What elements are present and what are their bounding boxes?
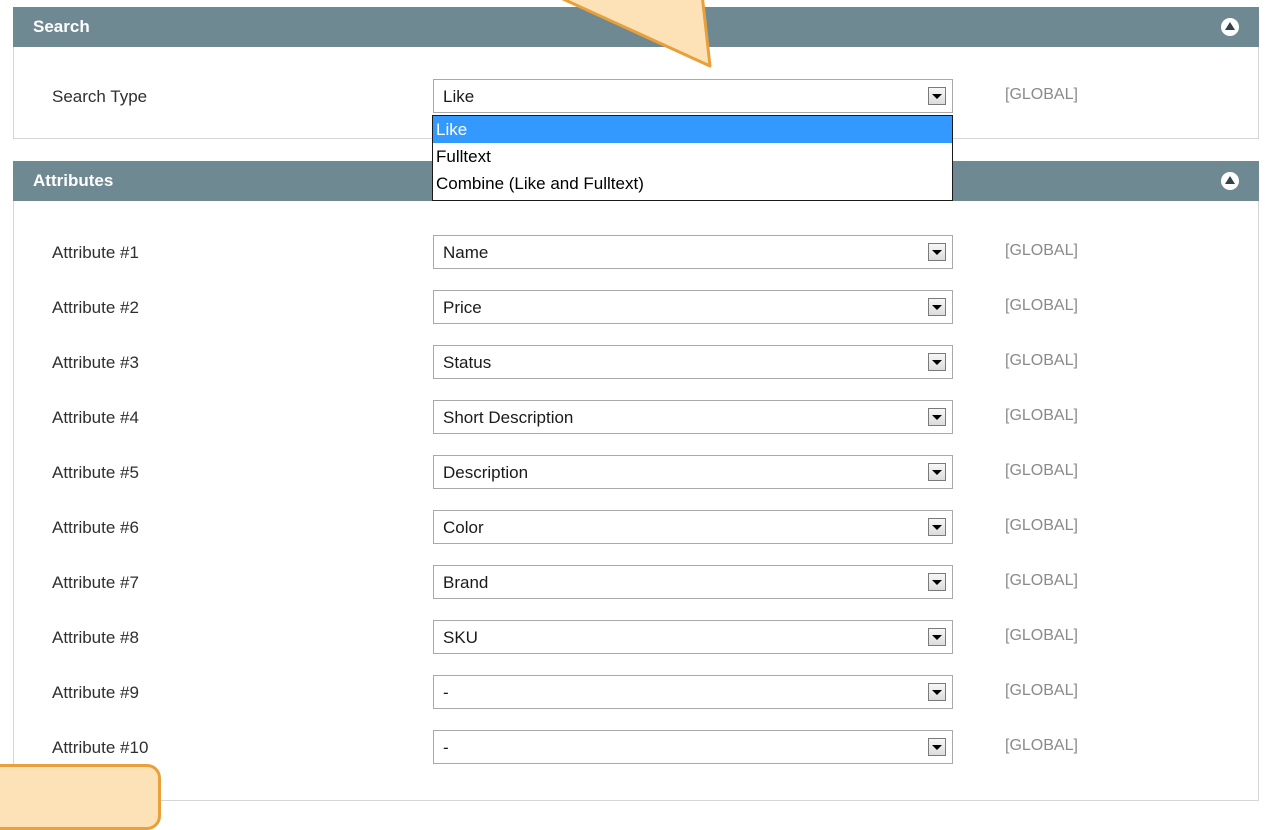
dropdown-option-like[interactable]: Like [433, 116, 952, 143]
scope-label: [GLOBAL] [1005, 86, 1078, 103]
attribute-value: Description [443, 463, 529, 482]
search-type-select[interactable]: Like [433, 79, 953, 113]
attribute-select[interactable]: - [433, 675, 953, 709]
scope-label: [GLOBAL] [1005, 682, 1078, 699]
search-section-title: Search [33, 17, 90, 36]
attribute-label: Attribute #6 [52, 518, 139, 537]
search-type-label: Search Type [52, 87, 148, 106]
scope-label: [GLOBAL] [1005, 352, 1078, 369]
attribute-label: Attribute #3 [52, 353, 139, 372]
dropdown-arrow-icon[interactable] [928, 738, 946, 756]
callout-box [0, 764, 161, 830]
attributes-section-title: Attributes [33, 171, 114, 190]
attribute-select[interactable]: Color [433, 510, 953, 544]
attribute-label: Attribute #7 [52, 573, 139, 592]
scope-label: [GLOBAL] [1005, 297, 1078, 314]
scope-label: [GLOBAL] [1005, 242, 1078, 259]
search-type-row: Search Type Like [GLOBAL] [14, 79, 1258, 115]
scope-label: [GLOBAL] [1005, 517, 1078, 534]
attribute-row: Attribute #9 - [GLOBAL] [14, 675, 1258, 711]
attribute-label: Attribute #5 [52, 463, 139, 482]
attribute-label: Attribute #8 [52, 628, 139, 647]
attribute-label: Attribute #2 [52, 298, 139, 317]
dropdown-arrow-icon[interactable] [928, 353, 946, 371]
scope-label: [GLOBAL] [1005, 572, 1078, 589]
callout-arrow [561, 0, 712, 68]
attribute-label: Attribute #4 [52, 408, 139, 427]
collapse-up-icon[interactable] [1221, 172, 1239, 190]
attributes-fieldset: Attribute #1 Name [GLOBAL] Attribute #2 Pric… [13, 201, 1259, 801]
attribute-label: Attribute #10 [52, 738, 149, 757]
attribute-label: Attribute #9 [52, 683, 139, 702]
attribute-select[interactable]: Brand [433, 565, 953, 599]
search-type-dropdown-list[interactable]: Like Fulltext Combine (Like and Fulltext… [432, 115, 953, 201]
search-type-value: Like [443, 87, 475, 106]
attribute-row: Attribute #2 Price [GLOBAL] [14, 290, 1258, 326]
scope-label: [GLOBAL] [1005, 627, 1078, 644]
attribute-select[interactable]: Price [433, 290, 953, 324]
dropdown-arrow-icon[interactable] [928, 573, 946, 591]
attribute-select[interactable]: Short Description [433, 400, 953, 434]
attribute-row: Attribute #8 SKU [GLOBAL] [14, 620, 1258, 656]
attribute-row: Attribute #10 - [GLOBAL] [14, 730, 1258, 766]
attribute-value: SKU [443, 628, 478, 647]
dropdown-arrow-icon[interactable] [928, 463, 946, 481]
attribute-label: Attribute #1 [52, 243, 139, 262]
attribute-select[interactable]: - [433, 730, 953, 764]
attribute-value: Brand [443, 573, 489, 592]
attribute-value: Status [443, 353, 492, 372]
scope-label: [GLOBAL] [1005, 407, 1078, 424]
dropdown-arrow-icon[interactable] [928, 518, 946, 536]
attribute-row: Attribute #5 Description [GLOBAL] [14, 455, 1258, 491]
attribute-row: Attribute #3 Status [GLOBAL] [14, 345, 1258, 381]
attribute-select[interactable]: SKU [433, 620, 953, 654]
attribute-value: Short Description [443, 408, 574, 427]
dropdown-option-combine[interactable]: Combine (Like and Fulltext) [433, 170, 952, 197]
dropdown-arrow-icon[interactable] [928, 243, 946, 261]
attribute-value: - [443, 738, 449, 757]
attribute-row: Attribute #6 Color [GLOBAL] [14, 510, 1258, 546]
collapse-up-icon[interactable] [1221, 18, 1239, 36]
dropdown-arrow-icon[interactable] [928, 628, 946, 646]
dropdown-arrow-icon[interactable] [928, 408, 946, 426]
scope-label: [GLOBAL] [1005, 462, 1078, 479]
attribute-select[interactable]: Description [433, 455, 953, 489]
dropdown-arrow-icon[interactable] [928, 683, 946, 701]
attribute-select[interactable]: Name [433, 235, 953, 269]
dropdown-arrow-icon[interactable] [928, 87, 946, 105]
attribute-row: Attribute #1 Name [GLOBAL] [14, 235, 1258, 271]
attribute-row: Attribute #4 Short Description [GLOBAL] [14, 400, 1258, 436]
attribute-value: - [443, 683, 449, 702]
dropdown-arrow-icon[interactable] [928, 298, 946, 316]
scope-label: [GLOBAL] [1005, 737, 1078, 754]
attribute-select[interactable]: Status [433, 345, 953, 379]
attribute-row: Attribute #7 Brand [GLOBAL] [14, 565, 1258, 601]
attribute-value: Price [443, 298, 482, 317]
attribute-value: Color [443, 518, 484, 537]
dropdown-option-fulltext[interactable]: Fulltext [433, 143, 952, 170]
attribute-value: Name [443, 243, 489, 262]
